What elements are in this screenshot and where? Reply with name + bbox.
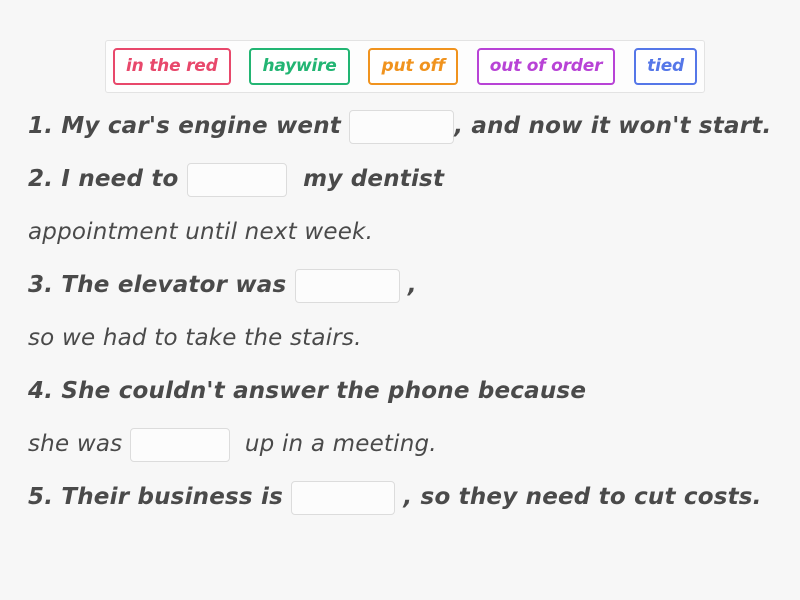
sentence-line-3: appointment until next week.: [0, 206, 800, 259]
sentence-line-2: 2. I need to my dentist: [0, 153, 800, 206]
word-card-label: put off: [381, 56, 445, 76]
sentence-list: 1. My car's engine went , and now it won…: [0, 100, 800, 524]
word-card-put-off[interactable]: put off: [368, 48, 458, 85]
word-card-out-of-order[interactable]: out of order: [476, 48, 616, 85]
sentence-text: , and now it won't start.: [454, 112, 772, 139]
sentence-line-6: 4. She couldn't answer the phone because: [0, 365, 800, 418]
sentence-text: ,: [399, 271, 417, 298]
word-card-label: tied: [647, 56, 684, 76]
sentence-text: 5. Their business is: [28, 483, 292, 510]
sentence-line-4: 3. The elevator was ,: [0, 259, 800, 312]
sentence-text: 4. She couldn't answer the phone because: [28, 377, 587, 404]
sentence-line-7: she was up in a meeting.: [0, 418, 800, 471]
sentence-text: , so they need to cut costs.: [395, 483, 762, 510]
answer-blank[interactable]: [186, 162, 287, 197]
word-card-in-the-red[interactable]: in the red: [113, 48, 231, 85]
answer-blank[interactable]: [129, 427, 230, 462]
answer-blank[interactable]: [294, 268, 400, 303]
sentence-text: up in a meeting.: [229, 430, 437, 457]
word-card-tied[interactable]: tied: [634, 48, 697, 85]
word-card-label: in the red: [126, 56, 218, 76]
sentence-line-1: 1. My car's engine went , and now it won…: [0, 100, 800, 153]
sentence-text: 2. I need to: [28, 165, 187, 192]
word-card-haywire[interactable]: haywire: [249, 48, 350, 85]
sentence-text: so we had to take the stairs.: [28, 324, 362, 351]
sentence-text: appointment until next week.: [28, 218, 374, 245]
sentence-text: 3. The elevator was: [28, 271, 295, 298]
sentence-text: my dentist: [286, 165, 445, 192]
answer-blank[interactable]: [291, 480, 396, 515]
answer-blank[interactable]: [349, 109, 455, 144]
word-card-label: haywire: [262, 56, 337, 76]
sentence-text: 1. My car's engine went: [28, 112, 350, 139]
word-card-label: out of order: [489, 56, 603, 76]
sentence-line-5: so we had to take the stairs.: [0, 312, 800, 365]
word-bank: in the red haywire put off out of order tied: [105, 40, 705, 93]
sentence-text: she was: [28, 430, 130, 457]
exercise-page: in the red haywire put off out of order tied…: [0, 0, 800, 600]
sentence-line-8: 5. Their business is , so they need to c…: [0, 471, 800, 524]
